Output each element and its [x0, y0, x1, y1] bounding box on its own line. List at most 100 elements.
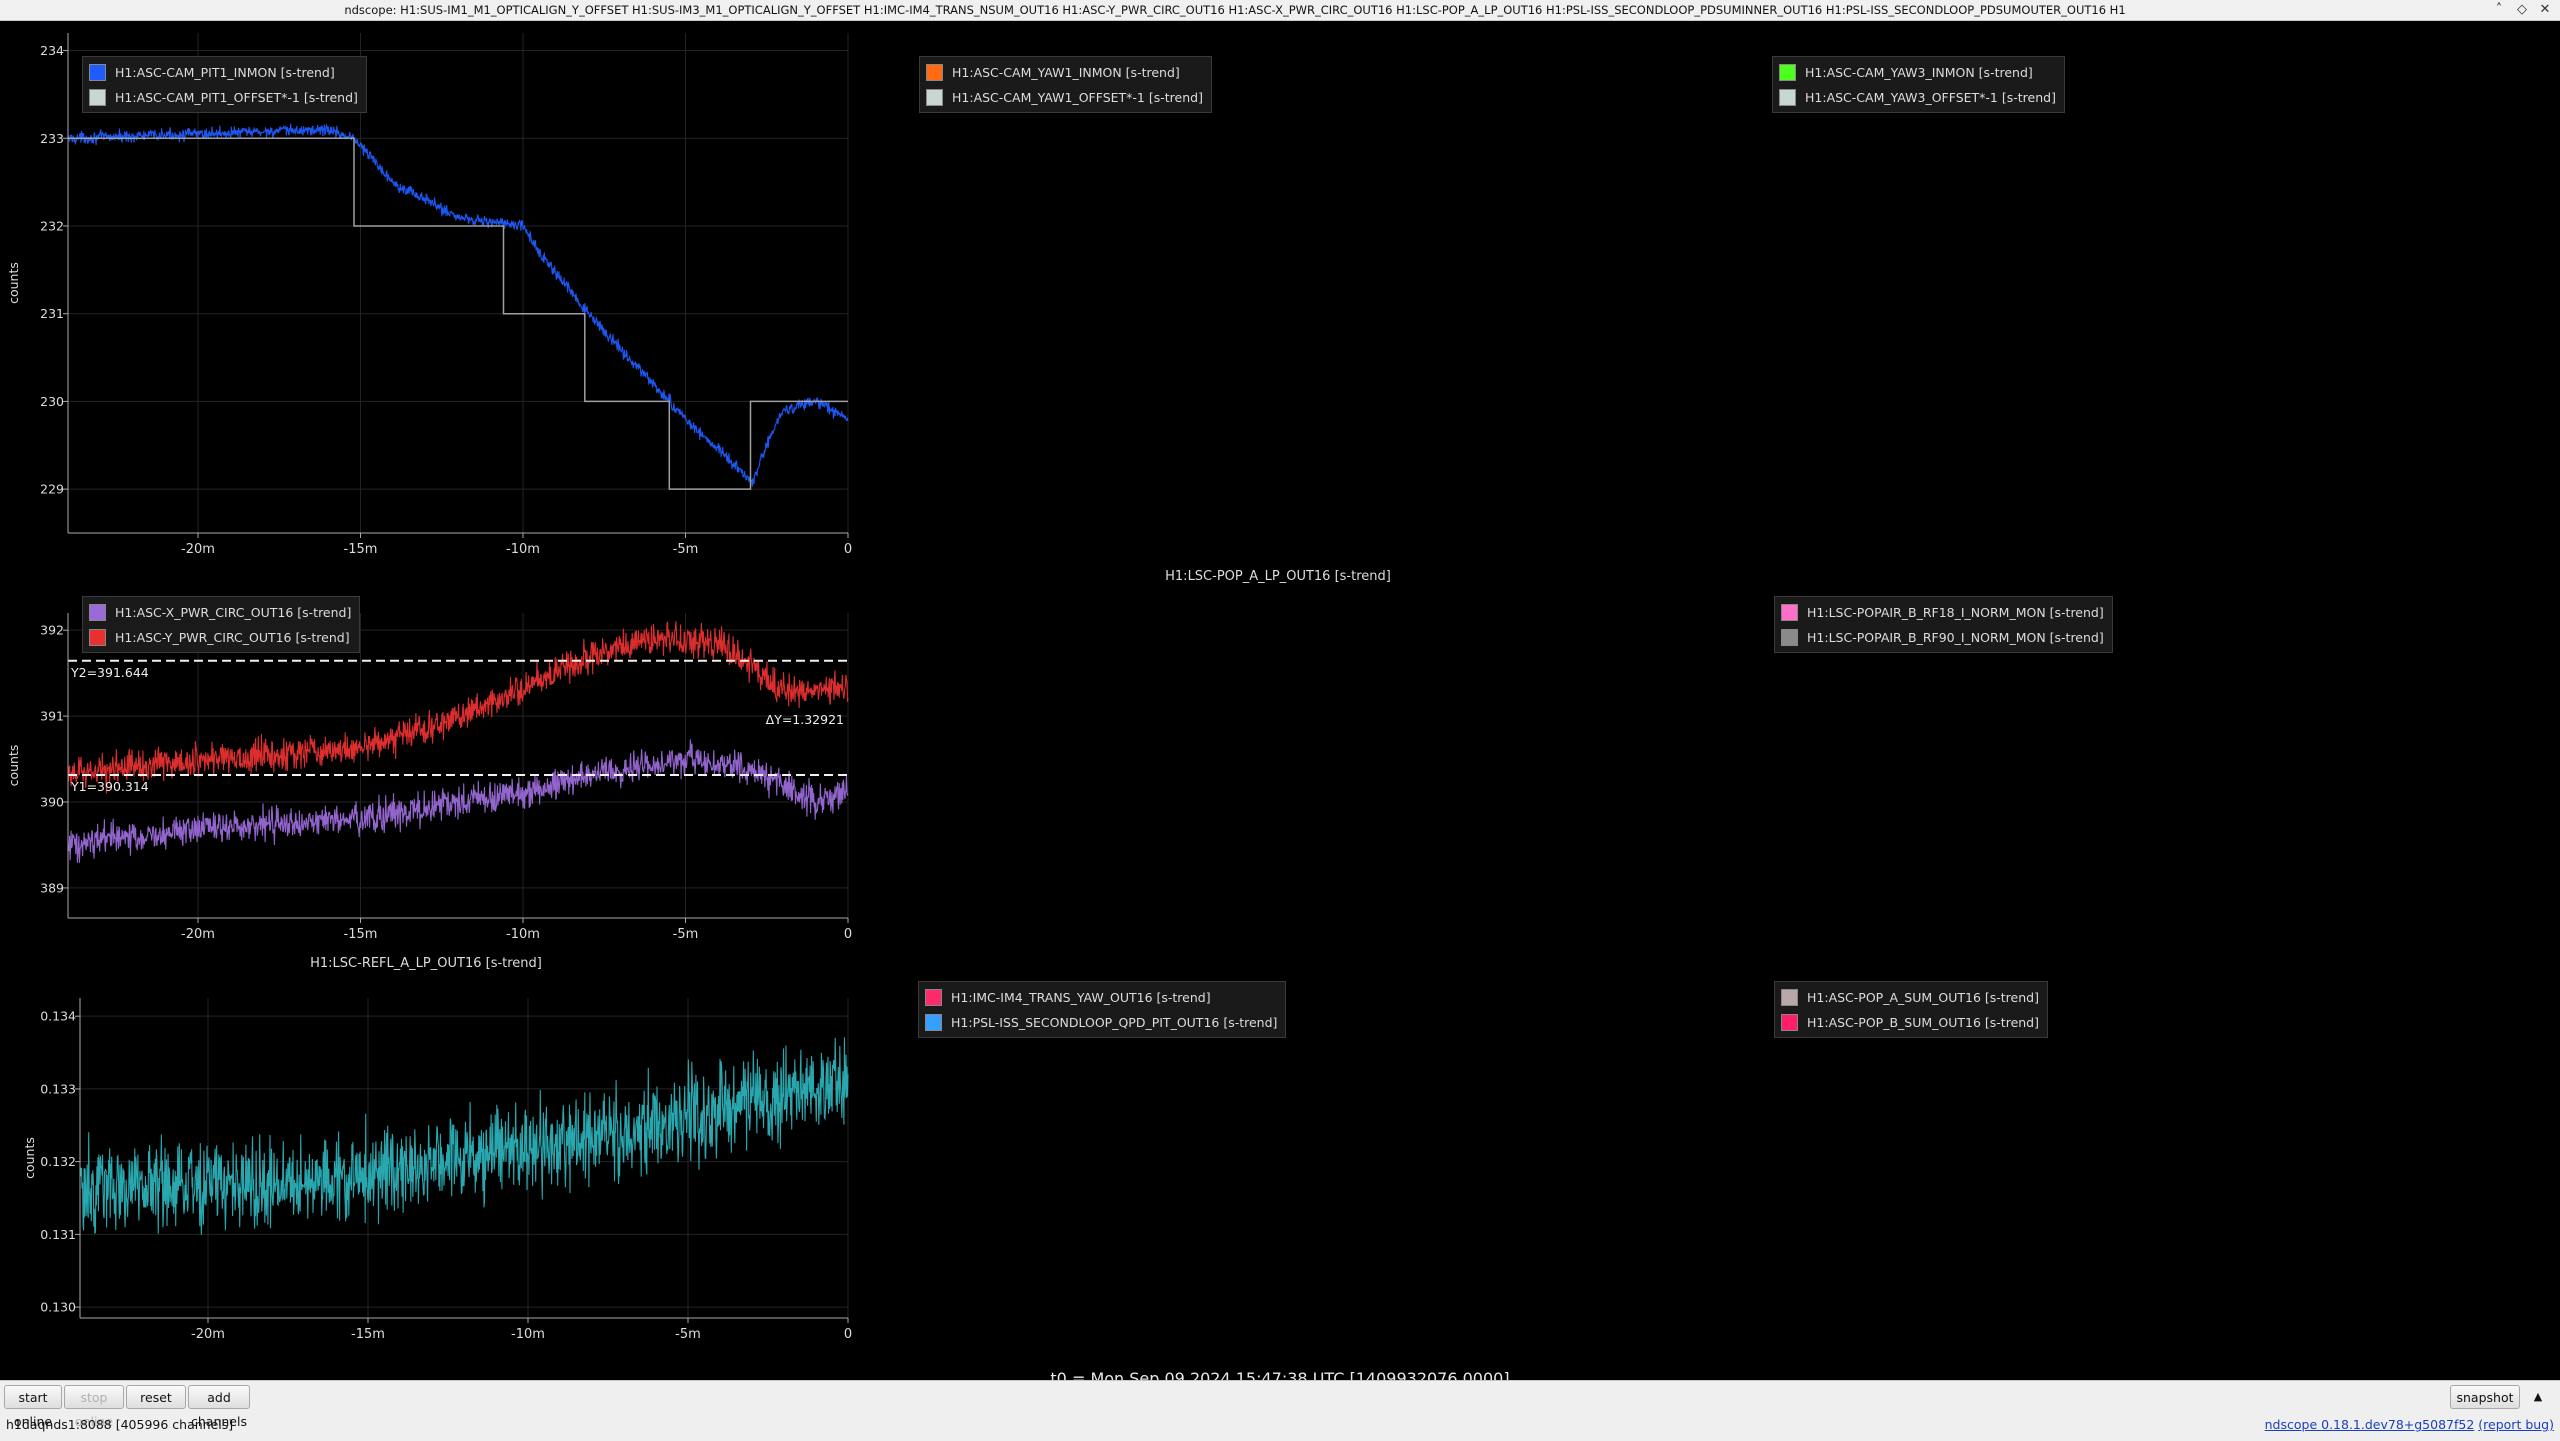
y-tick-label: 392: [40, 623, 64, 638]
series-line: [79, 1037, 849, 1235]
y-tick-label: 0.132: [40, 1154, 76, 1169]
y-tick-label: 390: [40, 795, 64, 810]
legend[interactable]: H1:ASC-CAM_PIT1_INMON [s-trend] H1:ASC-C…: [82, 56, 367, 113]
y-tick-label: 230: [40, 394, 64, 409]
legend-entry[interactable]: H1:ASC-POP_A_SUM_OUT16 [s-trend]: [1781, 985, 2039, 1010]
legend-entry[interactable]: H1:ASC-CAM_YAW3_OFFSET*-1 [s-trend]: [1779, 85, 2056, 110]
y-tick-label: 233: [40, 131, 64, 146]
legend-label: H1:ASC-Y_PWR_CIRC_OUT16 [s-trend]: [115, 630, 350, 645]
y-tick-label: 234: [40, 43, 64, 58]
y-tick-label: 231: [40, 306, 64, 321]
series-swatch: [926, 89, 943, 106]
legend-entry[interactable]: H1:LSC-POPAIR_B_RF90_I_NORM_MON [s-trend…: [1781, 625, 2104, 650]
x-tick-label: -20m: [191, 1327, 225, 1342]
chart-refl-a-lp[interactable]: -20m -15m -10m -5m 0 0.130 0.131 0.132 0.133 0.13…: [0, 946, 852, 1346]
legend-entry[interactable]: H1:ASC-CAM_YAW1_OFFSET*-1 [s-trend]: [926, 85, 1203, 110]
legend[interactable]: H1:IMC-IM4_TRANS_YAW_OUT16 [s-trend] H1:…: [918, 981, 1287, 1038]
reset-button[interactable]: reset: [126, 1385, 186, 1409]
plot-panel-refl-a-lp[interactable]: -20m -15m -10m -5m 0 0.130 0.131 0.132 0.133 0.13…: [0, 946, 852, 1346]
y-tick-label: 0.131: [40, 1227, 76, 1242]
cursor-y1-label: Y1=390.314: [70, 779, 149, 794]
legend-label: H1:ASC-X_PWR_CIRC_OUT16 [s-trend]: [115, 605, 352, 620]
plot-panel-popair[interactable]: -20m-15m-10m-5m0-0.2-0.100.1counts H1:LS…: [1704, 561, 2560, 946]
cursor-delta-label: ΔY=1.32921: [766, 712, 844, 727]
y-tick-label: 229: [40, 482, 64, 497]
plot-panel-cam-yaw1[interactable]: -20m-15m-10m-5m0235235.2235.4235.6235.82…: [852, 21, 1704, 561]
legend-entry[interactable]: H1:ASC-Y_PWR_CIRC_OUT16 [s-trend]: [89, 625, 351, 650]
report-bug-link[interactable]: (report bug): [2478, 1417, 2554, 1432]
series-swatch: [89, 64, 106, 81]
y-tick-label: 391: [40, 709, 64, 724]
plot-area[interactable]: -20m -15m -10m -5m 0 229 230 231 232 233 234 counts…: [0, 21, 2560, 1388]
x-tick-label: -15m: [351, 1327, 385, 1342]
series-swatch: [1781, 1014, 1798, 1031]
stop-online-button[interactable]: stop online: [64, 1385, 124, 1429]
legend-entry[interactable]: H1:PSL-ISS_SECONDLOOP_QPD_PIT_OUT16 [s-t…: [925, 1010, 1277, 1035]
plot-panel-cam-pit1[interactable]: -20m -15m -10m -5m 0 229 230 231 232 233 234 counts…: [0, 21, 852, 561]
legend-entry[interactable]: H1:ASC-CAM_YAW3_INMON [s-trend]: [1779, 60, 2056, 85]
legend-label: H1:ASC-CAM_YAW1_OFFSET*-1 [s-trend]: [952, 90, 1203, 105]
maximize-icon[interactable]: ◇: [2511, 1, 2533, 19]
close-icon[interactable]: ✕: [2534, 1, 2556, 19]
legend[interactable]: H1:ASC-X_PWR_CIRC_OUT16 [s-trend] H1:ASC…: [82, 596, 361, 653]
plot-title: H1:LSC-POP_A_LP_OUT16 [s-trend]: [1165, 569, 1391, 584]
series-line: [67, 123, 849, 487]
legend[interactable]: H1:LSC-POPAIR_B_RF18_I_NORM_MON [s-trend…: [1774, 596, 2113, 653]
legend-label: H1:IMC-IM4_TRANS_YAW_OUT16 [s-trend]: [951, 990, 1211, 1005]
minimize-icon[interactable]: ˄: [2488, 1, 2510, 19]
legend-label: H1:ASC-CAM_YAW1_INMON [s-trend]: [952, 65, 1180, 80]
plot-panel-im4-iss[interactable]: -20m-15m-10m-5m0-1-0.8-0.6-0.4-0.200.20.…: [852, 946, 1704, 1346]
legend-entry[interactable]: H1:ASC-POP_B_SUM_OUT16 [s-trend]: [1781, 1010, 2039, 1035]
legend-entry[interactable]: H1:ASC-CAM_PIT1_OFFSET*-1 [s-trend]: [89, 85, 358, 110]
legend-label: H1:LSC-POPAIR_B_RF90_I_NORM_MON [s-trend…: [1807, 630, 2104, 645]
legend-label: H1:ASC-CAM_YAW3_INMON [s-trend]: [1805, 65, 2033, 80]
plot-title: H1:LSC-REFL_A_LP_OUT16 [s-trend]: [310, 956, 542, 971]
series-swatch: [89, 89, 106, 106]
plot-panel-pop-sum[interactable]: -20m-15m-10m-5m0626062806300632063406360…: [1704, 946, 2560, 1346]
legend-label: H1:ASC-CAM_YAW3_OFFSET*-1 [s-trend]: [1805, 90, 2056, 105]
legend[interactable]: H1:ASC-POP_A_SUM_OUT16 [s-trend] H1:ASC-…: [1774, 981, 2048, 1038]
y-axis-label: counts: [6, 745, 21, 787]
legend-entry[interactable]: H1:ASC-CAM_PIT1_INMON [s-trend]: [89, 60, 358, 85]
y-tick-label: 232: [40, 218, 64, 233]
series-swatch: [926, 64, 943, 81]
legend-entry[interactable]: H1:LSC-POPAIR_B_RF18_I_NORM_MON [s-trend…: [1781, 600, 2104, 625]
version-link[interactable]: ndscope 0.18.1.dev78+g5087f52: [2265, 1417, 2475, 1432]
legend[interactable]: H1:ASC-CAM_YAW1_INMON [s-trend] H1:ASC-C…: [919, 56, 1212, 113]
add-channels-button[interactable]: add channels: [188, 1385, 250, 1429]
legend-label: H1:ASC-POP_A_SUM_OUT16 [s-trend]: [1807, 990, 2039, 1005]
server-status: h1daqnds1:8088 [405996 channels]: [6, 1417, 234, 1432]
legend-label: H1:ASC-CAM_PIT1_INMON [s-trend]: [115, 65, 335, 80]
series-swatch: [925, 1014, 942, 1031]
x-tick-label: -10m: [506, 927, 540, 942]
plot-panel-cam-yaw3[interactable]: -20m-15m-10m-5m0349.2349.3349.4349.5349.…: [1704, 21, 2560, 561]
plot-panel-pwr-circ[interactable]: Y2=391.644 Y1=390.314 ΔY=1.32921 -20m -15m -1…: [0, 561, 852, 946]
plot-panel-pop-a-lp[interactable]: -20m-15m-10m-5m0525.4525.6525.8526526.25…: [852, 561, 1704, 946]
legend[interactable]: H1:ASC-CAM_YAW3_INMON [s-trend] H1:ASC-C…: [1772, 56, 2065, 113]
y-axis-label: counts: [22, 1137, 37, 1179]
x-tick-label: -20m: [181, 542, 215, 557]
series-swatch: [925, 989, 942, 1006]
x-tick-label: -15m: [344, 927, 378, 942]
x-tick-label: 0: [844, 927, 852, 942]
start-online-button[interactable]: start online: [4, 1385, 62, 1429]
x-tick-label: -15m: [344, 542, 378, 557]
chart-pop-a-lp[interactable]: -20m-15m-10m-5m0525.4525.6525.8526526.25…: [852, 561, 1704, 946]
expand-icon[interactable]: ▲: [2524, 1385, 2552, 1409]
window-titlebar: ndscope: H1:SUS-IM1_M1_OPTICALIGN_Y_OFFS…: [0, 0, 2560, 21]
series-swatch: [1779, 64, 1796, 81]
snapshot-button[interactable]: snapshot: [2450, 1385, 2520, 1409]
legend-entry[interactable]: H1:ASC-X_PWR_CIRC_OUT16 [s-trend]: [89, 600, 351, 625]
version-info: ndscope 0.18.1.dev78+g5087f52 (report bu…: [2265, 1417, 2554, 1432]
series-line: [67, 739, 849, 863]
legend-entry[interactable]: H1:ASC-CAM_YAW1_INMON [s-trend]: [926, 60, 1203, 85]
legend-entry[interactable]: H1:IMC-IM4_TRANS_YAW_OUT16 [s-trend]: [925, 985, 1277, 1010]
y-tick-label: 0.130: [40, 1300, 76, 1315]
x-tick-label: -20m: [181, 927, 215, 942]
series-swatch: [1781, 629, 1798, 646]
series-swatch: [89, 604, 106, 621]
x-tick-label: -5m: [673, 927, 699, 942]
y-tick-label: 389: [40, 880, 64, 895]
y-tick-label: 0.133: [40, 1081, 76, 1096]
series-swatch: [1781, 989, 1798, 1006]
